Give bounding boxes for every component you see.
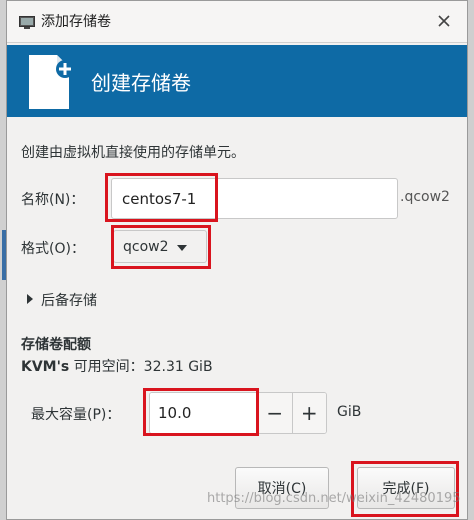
capacity-input[interactable] [150,393,258,433]
header-banner: 创建存储卷 [7,45,467,117]
watermark: https://blog.csdn.net/weixin_42480195 [207,491,461,506]
format-dropdown[interactable]: qcow2 [113,230,207,263]
background-window-edge-right [468,0,474,520]
caret-down-icon [176,239,187,255]
title-bar[interactable]: 添加存储卷 [7,1,467,43]
document-plus-icon [25,53,77,115]
close-button[interactable] [431,8,457,34]
capacity-decrement-button[interactable]: − [258,393,292,433]
pool-name: KVM's [21,359,70,375]
close-icon [438,15,450,27]
available-space: KVM's 可用空间：32.31 GiB [21,356,213,376]
backing-store-label: 后备存储 [41,293,97,309]
virt-manager-icon [19,14,35,33]
quota-section-title: 存储卷配额 [21,337,91,353]
window-title: 添加存储卷 [41,14,111,30]
expander-triangle-icon [27,292,33,308]
capacity-increment-button[interactable]: + [291,393,326,433]
banner-title: 创建存储卷 [91,71,191,95]
name-input[interactable] [111,178,398,219]
format-value: qcow2 [123,238,169,255]
add-storage-volume-dialog: 添加存储卷 创建存储卷 创建由虚拟机直接使用的存储单元。 名称(N)： .qco… [6,0,468,520]
format-label: 格式(O)： [21,241,85,257]
capacity-label: 最大容量(P)： [31,407,121,423]
name-suffix: .qcow2 [400,189,450,205]
description-text: 创建由虚拟机直接使用的存储单元。 [21,145,245,161]
name-label: 名称(N)： [21,192,85,208]
available-space-text: 可用空间：32.31 GiB [69,359,213,375]
capacity-spinbutton: − + [149,392,327,434]
backing-store-expander[interactable]: 后备存储 [27,290,97,310]
capacity-unit: GiB [337,404,362,420]
